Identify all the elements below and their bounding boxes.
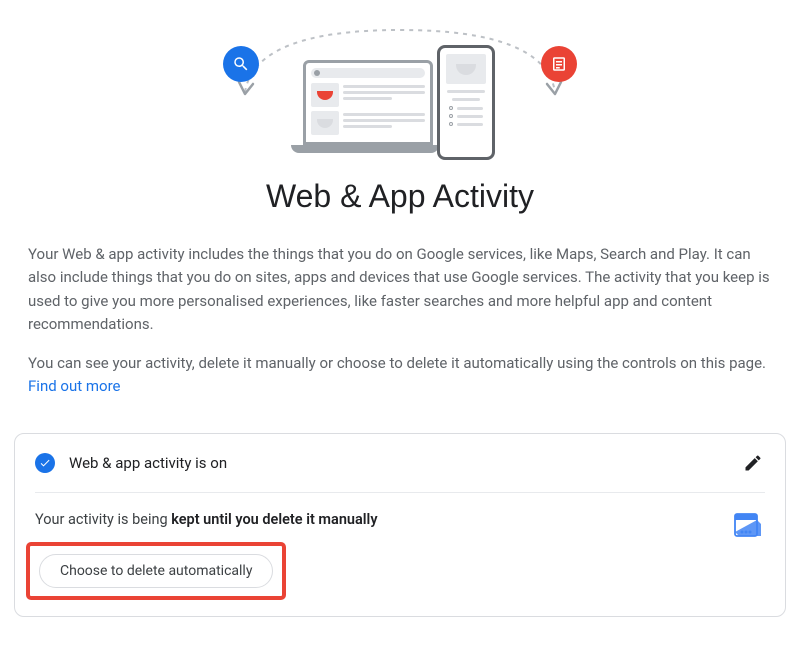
check-icon xyxy=(35,453,55,473)
laptop-illustration xyxy=(295,60,440,160)
page-title: Web & App Activity xyxy=(266,178,534,215)
retention-text: Your activity is being kept until you de… xyxy=(35,511,765,528)
status-label: Web & app activity is on xyxy=(69,454,741,472)
retention-row: Your activity is being kept until you de… xyxy=(35,493,765,616)
find-out-more-link[interactable]: Find out more xyxy=(28,377,120,395)
status-row: Web & app activity is on xyxy=(35,434,765,493)
phone-illustration xyxy=(437,45,495,160)
calendar-icon xyxy=(731,511,761,539)
pencil-icon xyxy=(743,453,763,473)
hero-illustration xyxy=(205,10,595,160)
auto-delete-button[interactable]: Choose to delete automatically xyxy=(39,554,273,588)
activity-card: Web & app activity is on Your activity i… xyxy=(14,433,786,617)
edit-button[interactable] xyxy=(741,451,765,475)
description-block: Your Web & app activity includes the thi… xyxy=(20,243,780,415)
highlight-annotation: Choose to delete automatically xyxy=(26,542,286,600)
description-p1: Your Web & app activity includes the thi… xyxy=(28,243,772,336)
description-p2: You can see your activity, delete it man… xyxy=(28,352,772,399)
document-icon xyxy=(541,46,577,82)
search-icon xyxy=(223,46,259,82)
